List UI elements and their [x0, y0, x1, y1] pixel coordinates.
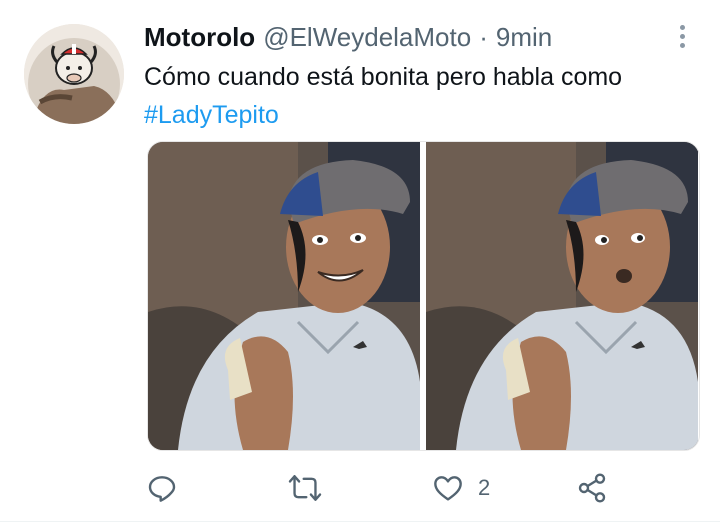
timestamp[interactable]: 9min	[496, 22, 552, 53]
hashtag-link[interactable]: #LadyTepito	[144, 96, 704, 134]
divider	[0, 521, 720, 522]
retweet-button[interactable]	[288, 466, 322, 510]
media-image-right[interactable]	[426, 142, 698, 450]
display-name[interactable]: Motorolo	[144, 22, 255, 53]
heart-icon	[434, 476, 462, 501]
separator-dot: ·	[479, 21, 488, 52]
meme-photo-smiling	[148, 142, 420, 450]
more-options-icon[interactable]	[670, 22, 694, 50]
tweet-actions: 2	[0, 466, 720, 510]
retweet-icon	[288, 475, 322, 501]
tweet-header: Motorolo @ElWeydelaMoto · 9min	[144, 20, 552, 54]
tweet-body: Cómo cuando está bonita pero habla como	[144, 63, 623, 91]
like-button[interactable]: 2	[432, 466, 490, 510]
meme-photo-surprised	[426, 142, 698, 450]
avatar-image	[24, 24, 124, 124]
tweet-text: Cómo cuando está bonita pero habla como …	[144, 58, 704, 134]
share-icon	[578, 473, 606, 503]
share-button[interactable]	[576, 466, 608, 510]
like-count: 2	[478, 475, 491, 500]
media-image-left[interactable]	[148, 142, 420, 450]
avatar[interactable]	[24, 24, 124, 124]
tweet-card[interactable]: Motorolo @ElWeydelaMoto · 9min Cómo cuan…	[0, 0, 720, 532]
reply-button[interactable]	[146, 466, 178, 510]
user-handle[interactable]: @ElWeydelaMoto	[263, 22, 471, 53]
reply-icon	[148, 476, 176, 502]
media-grid[interactable]	[147, 141, 700, 451]
